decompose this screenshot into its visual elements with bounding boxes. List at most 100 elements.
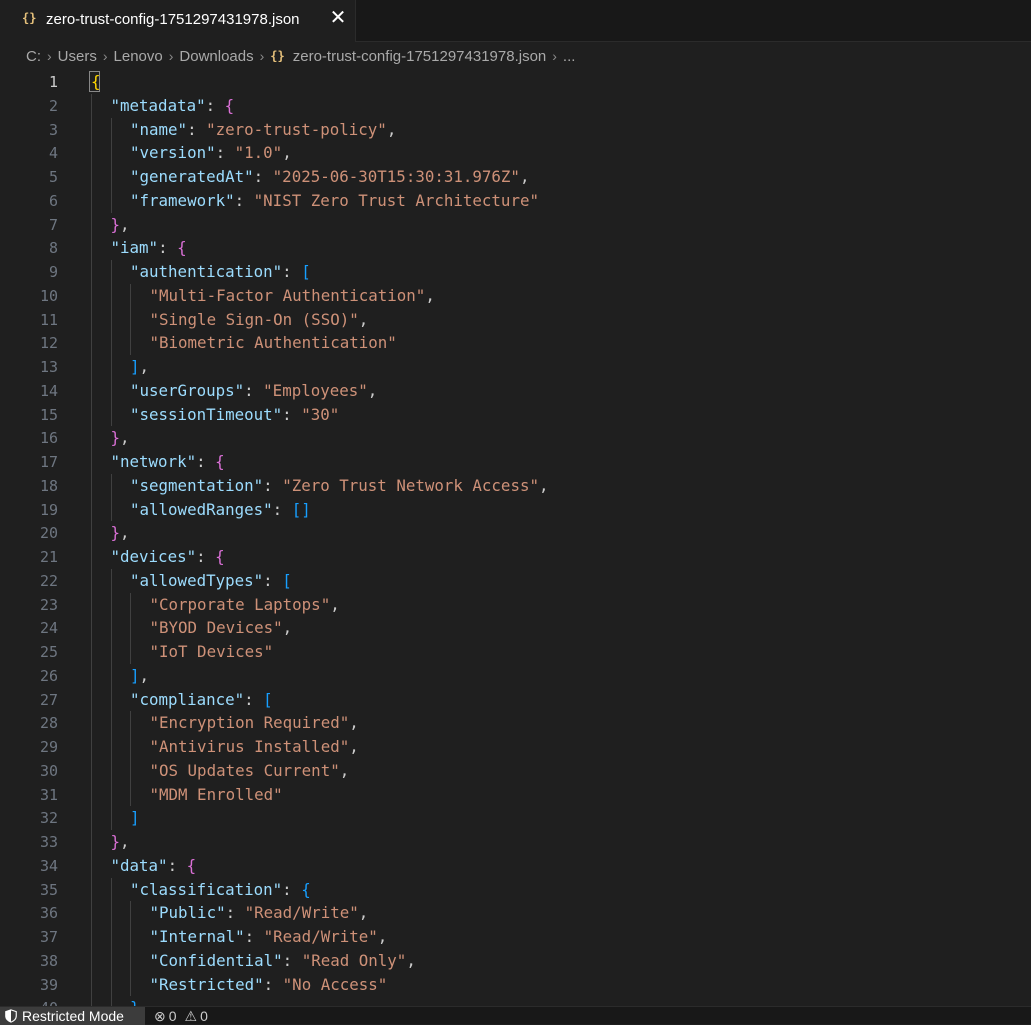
code-line[interactable]: 13], xyxy=(0,355,1031,379)
json-string: "MDM Enrolled" xyxy=(149,784,283,804)
code-line[interactable]: 8 "iam": { xyxy=(0,236,1031,260)
code-line[interactable]: 18 "segmentation": "Zero Trust Network Ac… xyxy=(0,474,1031,498)
code-line[interactable]: 10 "Multi-Factor Authentication", xyxy=(0,284,1031,308)
code-text: "generatedAt": "2025-06-30T15:30:31.976Z… xyxy=(130,165,529,189)
code-text: "devices": { xyxy=(111,545,225,569)
code-line[interactable]: 40} xyxy=(0,996,1031,1006)
code-line[interactable]: 16}, xyxy=(0,426,1031,450)
code-line[interactable]: 38 "Confidential": "Read Only", xyxy=(0,949,1031,973)
line-number: 22 xyxy=(39,571,58,590)
code-line[interactable]: 21 "devices": { xyxy=(0,545,1031,569)
chevron-right-icon: › xyxy=(259,48,265,64)
json-key: "network" xyxy=(110,452,197,471)
code-line[interactable]: 24 "BYOD Devices", xyxy=(0,616,1031,640)
line-number: 18 xyxy=(39,476,58,495)
code-line[interactable]: 12 "Biometric Authentication" xyxy=(0,331,1031,355)
code-line[interactable]: 35 "classification": { xyxy=(0,878,1031,902)
json-punctuation: { xyxy=(177,238,187,258)
restricted-mode-button[interactable]: Restricted Mode xyxy=(0,1007,145,1025)
code-line[interactable]: 27 "compliance": [ xyxy=(0,688,1031,712)
code-line[interactable]: 1{ xyxy=(0,70,1031,94)
code-line[interactable]: 6 "framework": "NIST Zero Trust Architect… xyxy=(0,189,1031,213)
json-key: "allowedRanges" xyxy=(130,499,273,519)
json-punctuation: : xyxy=(196,547,216,566)
line-number: 7 xyxy=(48,215,58,234)
code-editor[interactable]: 1{2 "metadata": {3 "name": "zero-trust-pol… xyxy=(0,70,1031,1006)
code-text: "Restricted": "No Access" xyxy=(150,973,388,997)
code-line[interactable]: 20}, xyxy=(0,521,1031,545)
code-line[interactable]: 26], xyxy=(0,664,1031,688)
json-string: "zero-trust-policy" xyxy=(206,119,387,139)
line-number: 14 xyxy=(39,381,58,400)
code-line[interactable]: 30 "OS Updates Current", xyxy=(0,759,1031,783)
code-line[interactable]: 15 "sessionTimeout": "30" xyxy=(0,403,1031,427)
code-text: "Public": "Read/Write", xyxy=(150,901,369,925)
line-number: 35 xyxy=(39,880,58,899)
json-key: "data" xyxy=(110,855,168,875)
json-punctuation: , xyxy=(139,357,150,376)
breadcrumb-item-downloads[interactable]: Downloads xyxy=(179,48,253,65)
line-number: 31 xyxy=(39,785,58,804)
shield-icon xyxy=(5,1009,17,1023)
code-line[interactable]: 7}, xyxy=(0,213,1031,237)
code-line[interactable]: 11 "Single Sign-On (SSO)", xyxy=(0,308,1031,332)
code-line[interactable]: 29 "Antivirus Installed", xyxy=(0,735,1031,759)
json-punctuation: , xyxy=(120,523,130,543)
breadcrumb-item-users[interactable]: Users xyxy=(58,48,97,65)
code-text: }, xyxy=(111,426,130,450)
code-text: ], xyxy=(130,664,149,688)
json-key: "classification" xyxy=(130,879,283,899)
code-line[interactable]: 4 "version": "1.0", xyxy=(0,141,1031,165)
json-punctuation: : xyxy=(244,927,264,946)
code-line[interactable]: 5 "generatedAt": "2025-06-30T15:30:31.976… xyxy=(0,165,1031,189)
code-line[interactable]: 19 "allowedRanges": [] xyxy=(0,498,1031,522)
tab-bar: {} zero-trust-config-1751297431978.json … xyxy=(0,0,1031,42)
json-key: "userGroups" xyxy=(130,380,245,400)
json-punctuation: , xyxy=(358,903,369,923)
code-line[interactable]: 22 "allowedTypes": [ xyxy=(0,569,1031,593)
breadcrumb-item-lenovo[interactable]: Lenovo xyxy=(114,48,163,65)
json-punctuation: , xyxy=(377,927,388,946)
breadcrumb-item-file[interactable]: zero-trust-config-1751297431978.json xyxy=(293,48,547,65)
json-punctuation: : xyxy=(272,499,292,519)
code-line[interactable]: 34 "data": { xyxy=(0,854,1031,878)
code-line[interactable]: 14 "userGroups": "Employees", xyxy=(0,379,1031,403)
code-line[interactable]: 17 "network": { xyxy=(0,450,1031,474)
code-line[interactable]: 31 "MDM Enrolled" xyxy=(0,783,1031,807)
code-line[interactable]: 32] xyxy=(0,806,1031,830)
code-text: "Single Sign-On (SSO)", xyxy=(150,308,369,332)
code-line[interactable]: 9 "authentication": [ xyxy=(0,260,1031,284)
code-text: "Internal": "Read/Write", xyxy=(150,925,388,949)
code-line[interactable]: 39 "Restricted": "No Access" xyxy=(0,973,1031,997)
json-punctuation: { xyxy=(215,547,225,566)
code-line[interactable]: 36 "Public": "Read/Write", xyxy=(0,901,1031,925)
code-line[interactable]: 23 "Corporate Laptops", xyxy=(0,593,1031,617)
breadcrumb-item-drive[interactable]: C: xyxy=(26,48,41,65)
json-punctuation: } xyxy=(110,214,121,234)
code-text: ], xyxy=(130,355,149,379)
code-line[interactable]: 3 "name": "zero-trust-policy", xyxy=(0,118,1031,142)
editor-tab[interactable]: {} zero-trust-config-1751297431978.json … xyxy=(0,0,356,42)
json-punctuation: , xyxy=(538,475,549,495)
code-text: "Biometric Authentication" xyxy=(150,331,397,355)
tab-label[interactable]: zero-trust-config-1751297431978.json xyxy=(46,11,300,28)
json-key: "Restricted" xyxy=(149,974,264,994)
bracket-match-highlight xyxy=(89,71,100,92)
json-key: "sessionTimeout" xyxy=(130,404,283,424)
breadcrumb-more[interactable]: ... xyxy=(563,48,576,65)
problems-indicator[interactable]: ⊗ 0 ⚠ 0 xyxy=(154,1007,216,1025)
code-line[interactable]: 28 "Encryption Required", xyxy=(0,711,1031,735)
code-line[interactable]: 37 "Internal": "Read/Write", xyxy=(0,925,1031,949)
json-string: "30" xyxy=(301,404,340,424)
code-line[interactable]: 25 "IoT Devices" xyxy=(0,640,1031,664)
line-number: 15 xyxy=(39,405,58,424)
line-number: 17 xyxy=(39,453,58,471)
line-number: 21 xyxy=(39,548,58,566)
line-number: 12 xyxy=(39,334,58,353)
code-line[interactable]: 33}, xyxy=(0,830,1031,854)
json-punctuation: : xyxy=(282,950,302,970)
line-number: 3 xyxy=(48,120,58,139)
code-line[interactable]: 2 "metadata": { xyxy=(0,94,1031,118)
close-icon[interactable]: ✕ xyxy=(328,8,348,28)
line-number: 30 xyxy=(39,761,58,780)
